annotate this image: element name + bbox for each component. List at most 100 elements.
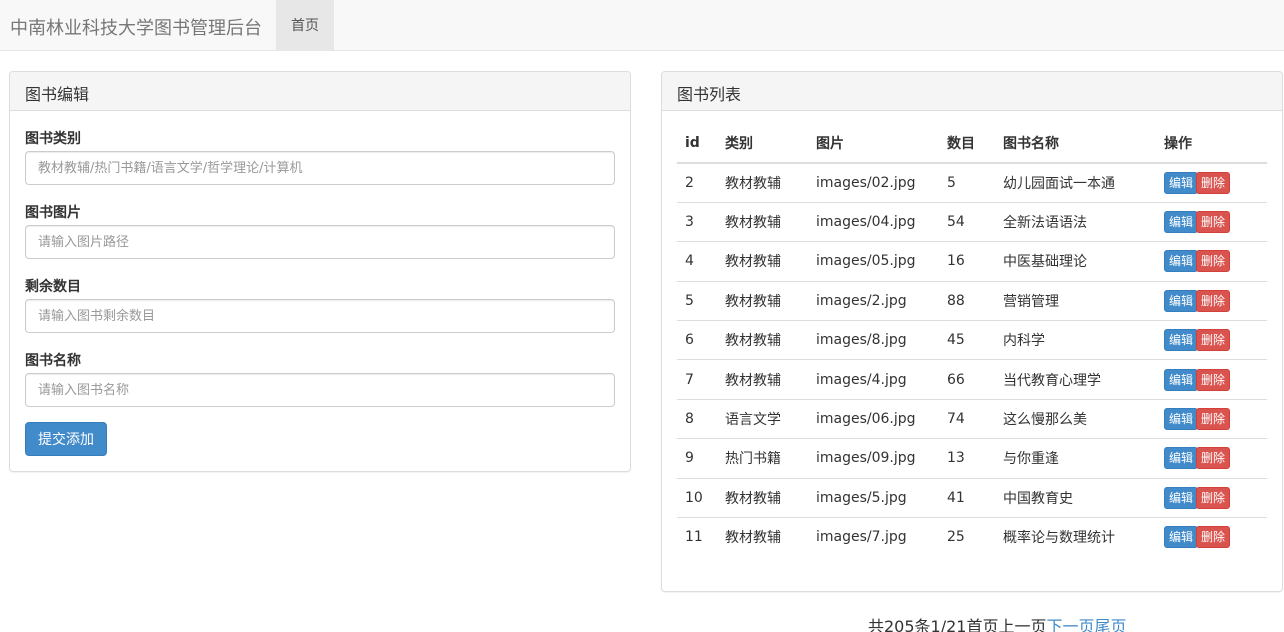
cell-id: 4 (677, 241, 717, 282)
books-table: id 类别 图片 数目 图书名称 操作 2 教材教辅 images/02.jpg 5 幼… (677, 124, 1267, 557)
cell-actions: 编辑 删除 (1156, 320, 1267, 360)
delete-button[interactable]: 删除 (1196, 289, 1231, 312)
top-navbar: 中南林业科技大学图书管理后台 首页 (0, 0, 1284, 51)
cell-id: 11 (677, 517, 717, 557)
cell-actions: 编辑 删除 (1156, 398, 1267, 439)
table-row: 5 教材教辅 images/2.jpg 88 营销管理 编辑 删除 (677, 280, 1267, 321)
brand-title[interactable]: 中南林业科技大学图书管理后台 (10, 14, 262, 40)
cell-count: 25 (939, 517, 995, 557)
cell-name: 概率论与数理统计 (995, 517, 1156, 557)
cell-category: 教材教辅 (717, 162, 808, 203)
delete-button[interactable]: 删除 (1196, 486, 1231, 509)
delete-button[interactable]: 删除 (1196, 171, 1231, 194)
cell-id: 2 (677, 162, 717, 203)
cell-image: images/7.jpg (808, 517, 939, 557)
edit-button[interactable]: 编辑 (1164, 447, 1199, 470)
delete-button[interactable]: 删除 (1196, 526, 1231, 549)
cell-count: 16 (939, 241, 995, 282)
table-row: 11 教材教辅 images/7.jpg 25 概率论与数理统计 编辑 删除 (677, 517, 1267, 557)
edit-panel-title: 图书编辑 (10, 72, 630, 111)
cell-actions: 编辑 删除 (1156, 280, 1267, 321)
edit-button[interactable]: 编辑 (1164, 526, 1199, 549)
delete-button[interactable]: 删除 (1196, 447, 1231, 470)
delete-button[interactable]: 删除 (1196, 368, 1231, 391)
cell-category: 教材教辅 (717, 280, 808, 321)
edit-button[interactable]: 编辑 (1164, 329, 1199, 352)
delete-button[interactable]: 删除 (1196, 250, 1231, 273)
cell-count: 45 (939, 320, 995, 360)
cell-name: 幼儿园面试一本通 (995, 162, 1156, 203)
count-label: 剩余数目 (25, 279, 81, 295)
edit-button[interactable]: 编辑 (1164, 171, 1199, 194)
edit-button[interactable]: 编辑 (1164, 408, 1199, 431)
column-header-actions: 操作 (1156, 124, 1267, 164)
delete-button[interactable]: 删除 (1196, 211, 1231, 234)
cell-image: images/05.jpg (808, 241, 939, 282)
cell-category: 教材教辅 (717, 320, 808, 360)
delete-button[interactable]: 删除 (1196, 329, 1231, 352)
cell-count: 66 (939, 359, 995, 400)
cell-name: 中医基础理论 (995, 241, 1156, 282)
cell-id: 6 (677, 320, 717, 360)
cell-category: 教材教辅 (717, 359, 808, 400)
edit-button[interactable]: 编辑 (1164, 250, 1199, 273)
category-label: 图书类别 (25, 131, 81, 147)
cell-image: images/4.jpg (808, 359, 939, 400)
edit-button[interactable]: 编辑 (1164, 211, 1199, 234)
cell-name: 营销管理 (995, 280, 1156, 321)
cell-image: images/04.jpg (808, 201, 939, 242)
cell-count: 88 (939, 280, 995, 321)
image-path-input[interactable] (25, 225, 615, 259)
book-edit-panel: 图书编辑 图书类别 图书图片 剩余数目 图书名称 提交添加 (9, 71, 631, 472)
column-header-id: id (677, 124, 717, 164)
cell-id: 7 (677, 359, 717, 400)
cell-category: 教材教辅 (717, 477, 808, 518)
book-name-input[interactable] (25, 373, 615, 407)
table-row: 9 热门书籍 images/09.jpg 13 与你重逢 编辑 删除 (677, 438, 1267, 479)
pagination-last-link[interactable]: 尾页 (1095, 617, 1127, 632)
table-row: 2 教材教辅 images/02.jpg 5 幼儿园面试一本通 编辑 删除 (677, 162, 1267, 203)
cell-actions: 编辑 删除 (1156, 438, 1267, 479)
nav-home-link[interactable]: 首页 (276, 0, 334, 50)
cell-name: 与你重逢 (995, 438, 1156, 479)
cell-category: 教材教辅 (717, 517, 808, 557)
cell-category: 热门书籍 (717, 438, 808, 479)
cell-actions: 编辑 删除 (1156, 359, 1267, 400)
edit-button[interactable]: 编辑 (1164, 289, 1199, 312)
cell-image: images/02.jpg (808, 162, 939, 203)
list-panel-title: 图书列表 (662, 72, 1282, 111)
cell-id: 3 (677, 201, 717, 242)
cell-image: images/06.jpg (808, 398, 939, 439)
cell-name: 中国教育史 (995, 477, 1156, 518)
cell-name: 当代教育心理学 (995, 359, 1156, 400)
cell-image: images/2.jpg (808, 280, 939, 321)
cell-id: 9 (677, 438, 717, 479)
table-row: 4 教材教辅 images/05.jpg 16 中医基础理论 编辑 删除 (677, 241, 1267, 282)
column-header-count: 数目 (939, 124, 995, 164)
name-label: 图书名称 (25, 353, 81, 369)
cell-image: images/09.jpg (808, 438, 939, 479)
cell-count: 13 (939, 438, 995, 479)
edit-button[interactable]: 编辑 (1164, 486, 1199, 509)
column-header-category: 类别 (717, 124, 808, 164)
table-row: 10 教材教辅 images/5.jpg 41 中国教育史 编辑 删除 (677, 477, 1267, 518)
pagination-next-link[interactable]: 下一页 (1047, 617, 1095, 632)
count-input[interactable] (25, 299, 615, 333)
pagination-prev: 上一页 (998, 617, 1047, 632)
cell-category: 教材教辅 (717, 241, 808, 282)
pagination-summary: 共205条1/21 (868, 617, 967, 632)
cell-image: images/5.jpg (808, 477, 939, 518)
cell-name: 这么慢那么美 (995, 398, 1156, 439)
book-list-panel: 图书列表 id 类别 图片 数目 图书名称 操作 2 教材教辅 images/02.… (661, 71, 1283, 592)
cell-category: 教材教辅 (717, 201, 808, 242)
cell-actions: 编辑 删除 (1156, 241, 1267, 282)
cell-count: 54 (939, 201, 995, 242)
edit-button[interactable]: 编辑 (1164, 368, 1199, 391)
submit-add-button[interactable]: 提交添加 (25, 422, 107, 456)
category-input[interactable] (25, 151, 615, 185)
cell-id: 8 (677, 398, 717, 439)
cell-actions: 编辑 删除 (1156, 477, 1267, 518)
cell-actions: 编辑 删除 (1156, 201, 1267, 242)
delete-button[interactable]: 删除 (1196, 408, 1231, 431)
image-label: 图书图片 (25, 205, 81, 221)
